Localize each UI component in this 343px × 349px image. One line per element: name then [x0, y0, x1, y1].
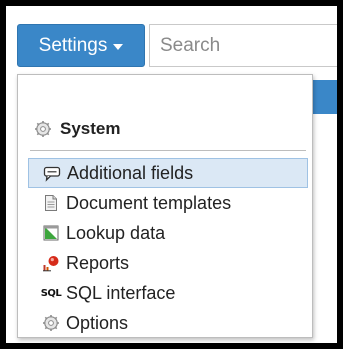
menu-item-reports[interactable]: Reports — [28, 248, 308, 278]
menu-item-document-templates[interactable]: Document templates — [28, 188, 308, 218]
caret-down-icon — [113, 43, 124, 50]
document-icon — [42, 194, 60, 212]
search-input[interactable] — [149, 24, 337, 67]
settings-dropdown-button[interactable]: Settings — [17, 24, 145, 67]
menu-item-label: Lookup data — [66, 222, 166, 243]
menu-separator — [30, 150, 306, 151]
gear-icon — [42, 314, 60, 332]
settings-dropdown-menu: System Additional fields Document templa… — [17, 74, 313, 338]
sql-icon: SQL — [40, 287, 62, 299]
menu-item-additional-fields[interactable]: Additional fields — [28, 158, 308, 188]
settings-button-label: Settings — [38, 34, 108, 56]
lookup-icon — [42, 224, 60, 242]
menu-item-options[interactable]: Options — [28, 308, 308, 338]
menu-item-label: Reports — [66, 252, 130, 273]
menu-item-label: Document templates — [66, 192, 232, 213]
gear-icon — [34, 120, 52, 138]
chat-fields-icon — [43, 164, 61, 182]
menu-item-lookup-data[interactable]: Lookup data — [28, 218, 308, 248]
toolbar: Settings — [6, 6, 337, 80]
menu-group-label: System — [60, 119, 121, 138]
background-header-strip — [312, 80, 337, 114]
menu-item-label: SQL interface — [66, 282, 176, 303]
reports-icon — [42, 254, 60, 272]
menu-item-sql-interface[interactable]: SQL SQL interface — [28, 278, 308, 308]
menu-item-label: Additional fields — [67, 162, 194, 183]
menu-item-label: Options — [66, 312, 129, 333]
menu-group-header: System — [34, 119, 120, 139]
